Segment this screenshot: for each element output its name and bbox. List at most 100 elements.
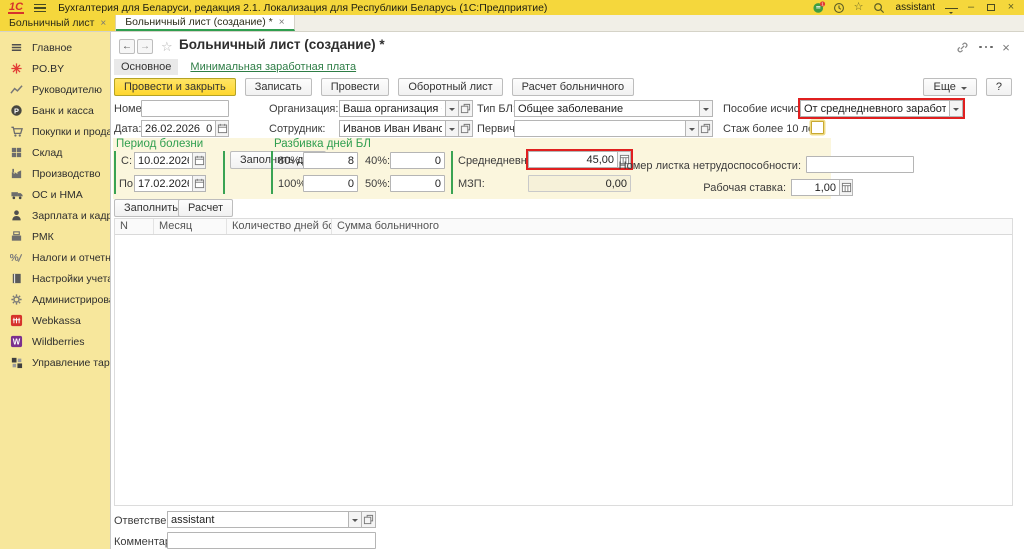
close-window-button[interactable]: × <box>1004 1 1018 14</box>
favorite-star-icon[interactable]: ☆ <box>161 39 173 55</box>
sidebar-item-webkassa[interactable]: Webkassa <box>0 310 110 331</box>
toolbar-button-1[interactable]: Записать <box>245 78 312 96</box>
calendar-icon[interactable] <box>192 152 206 169</box>
tab-close-icon[interactable]: × <box>279 17 285 28</box>
organization-open-button[interactable] <box>459 100 473 117</box>
employee-open-button[interactable] <box>459 120 473 137</box>
tab-close-icon[interactable]: × <box>100 18 106 29</box>
sidebar-item-nastroyki-ucheta[interactable]: Настройки учета <box>0 268 110 289</box>
number-input[interactable] <box>141 100 229 117</box>
sidebar-item-label: Налоги и отчетность <box>32 252 110 264</box>
sidebar-item-rukovoditelyu[interactable]: Руководителю <box>0 79 110 100</box>
toolbar-button-3[interactable]: Оборотный лист <box>398 78 502 96</box>
get-link-icon[interactable] <box>954 40 970 54</box>
table-column-header[interactable]: Месяц <box>154 219 227 234</box>
primary-dropdown-button[interactable] <box>685 120 699 137</box>
window-tab-2[interactable]: Больничный лист (создание) *× <box>116 15 294 31</box>
more-button[interactable]: Еще <box>923 78 976 96</box>
window-tab-1[interactable]: Больничный лист × <box>0 15 116 31</box>
fill-button[interactable]: Заполнить <box>114 199 188 217</box>
organization-input[interactable] <box>339 100 445 117</box>
sidebar-item-proizvodstvo[interactable]: Производство <box>0 163 110 184</box>
period-to-input[interactable] <box>134 175 192 192</box>
sidebar-item-sklad[interactable]: Склад <box>0 142 110 163</box>
sidebar-item-os-i-nma[interactable]: ОС и НМА <box>0 184 110 205</box>
menu-icon <box>9 41 24 55</box>
favorites-star-icon[interactable]: ☆ <box>852 1 866 14</box>
avg-daily-input[interactable] <box>528 151 617 168</box>
p80-input[interactable] <box>303 152 358 169</box>
current-user-label[interactable]: assistant <box>896 2 935 13</box>
register-icon <box>9 230 24 244</box>
sidebar-item-rmk[interactable]: РМК <box>0 226 110 247</box>
help-button[interactable]: ? <box>986 78 1012 96</box>
more-menu-icon[interactable] <box>978 40 994 54</box>
sidebar-item-label: Настройки учета <box>32 273 110 285</box>
chevron-down-icon <box>449 128 455 134</box>
sidebar-item-upravlenie-tarifom[interactable]: Управление тарифом <box>0 352 110 373</box>
primary-open-button[interactable] <box>699 120 713 137</box>
main-menu-icon[interactable] <box>34 4 46 12</box>
employee-dropdown-button[interactable] <box>445 120 459 137</box>
organization-dropdown-button[interactable] <box>445 100 459 117</box>
calculator-icon[interactable] <box>839 179 853 196</box>
work-rate-input[interactable] <box>791 179 839 196</box>
responsible-input[interactable] <box>167 511 348 528</box>
nav-link-min-wage[interactable]: Минимальная заработная плата <box>190 61 356 73</box>
calendar-icon[interactable] <box>192 175 206 192</box>
close-form-button[interactable]: × <box>998 40 1014 54</box>
table-column-header[interactable]: Сумма больничного <box>332 219 1012 234</box>
responsible-dropdown-button[interactable] <box>348 511 362 528</box>
comment-input[interactable] <box>167 532 376 549</box>
chevron-down-icon <box>703 108 709 114</box>
history-icon[interactable] <box>832 1 846 14</box>
employee-input[interactable] <box>339 120 445 137</box>
search-icon[interactable] <box>872 1 886 14</box>
nav-item-main[interactable]: Основное <box>114 59 178 75</box>
results-table[interactable]: NМесяцКоличество дней больничногоСумма б… <box>114 218 1013 506</box>
sidebar-item-pokupki-i-prodazhi[interactable]: Покупки и продажи <box>0 121 110 142</box>
benefit-input[interactable] <box>800 100 949 117</box>
back-button[interactable]: ← <box>119 39 135 54</box>
minimize-button[interactable]: – <box>964 1 978 14</box>
command-bar: Провести и закрыть Записать Провести Оборо… <box>111 78 1024 97</box>
table-column-header[interactable]: Количество дней больничного <box>227 219 332 234</box>
employee-combo <box>339 120 473 137</box>
sidebar-item-nalogi-i-otchetnost[interactable]: % Налоги и отчетность <box>0 247 110 268</box>
window-tab-label: Больничный лист <box>9 17 94 29</box>
date-input[interactable] <box>141 120 215 137</box>
p100-input[interactable] <box>303 175 358 192</box>
green-bar <box>271 151 273 194</box>
toolbar-button-2[interactable]: Провести <box>321 78 390 96</box>
cert-number-input[interactable] <box>806 156 914 173</box>
calc-button[interactable]: Расчет <box>178 199 233 217</box>
percent-icon: % <box>9 251 24 265</box>
chart-icon <box>9 83 24 97</box>
sidebar-item-bank-i-kassa[interactable]: РБанк и касса <box>0 100 110 121</box>
p40-input[interactable] <box>390 152 445 169</box>
sidebar-item-zarplata-i-kadry[interactable]: Зарплата и кадры <box>0 205 110 226</box>
post-and-close-button[interactable]: Провести и закрыть <box>114 78 236 96</box>
sidebar-item-po-by[interactable]: PO.BY <box>0 58 110 79</box>
table-column-header[interactable]: N <box>115 219 154 234</box>
benefit-dropdown-button[interactable] <box>949 100 963 117</box>
responsible-open-button[interactable] <box>362 511 376 528</box>
bl-type-input[interactable] <box>514 100 699 117</box>
sidebar-item-glavnoe[interactable]: Главное <box>0 37 110 58</box>
seniority-checkbox[interactable] <box>811 121 824 134</box>
discussions-notification-icon[interactable]: 1 <box>812 1 826 14</box>
primary-input[interactable] <box>514 120 685 137</box>
forward-button[interactable]: → <box>137 39 153 54</box>
service-menu-icon[interactable] <box>945 3 958 13</box>
calendar-icon[interactable] <box>215 120 229 137</box>
p50-input[interactable] <box>390 175 445 192</box>
gear-icon <box>9 293 24 307</box>
sidebar-item-administrirovanie[interactable]: Администрирование <box>0 289 110 310</box>
bl-type-dropdown-button[interactable] <box>699 100 713 117</box>
toolbar-button-4[interactable]: Расчет больничного <box>512 78 634 96</box>
maximize-button[interactable] <box>984 1 998 14</box>
period-from-input[interactable] <box>134 152 192 169</box>
sidebar-item-wildberries[interactable]: WWildberries <box>0 331 110 352</box>
sidebar-item-label: РМК <box>32 231 54 243</box>
benefit-combo-highlighted <box>800 100 963 117</box>
